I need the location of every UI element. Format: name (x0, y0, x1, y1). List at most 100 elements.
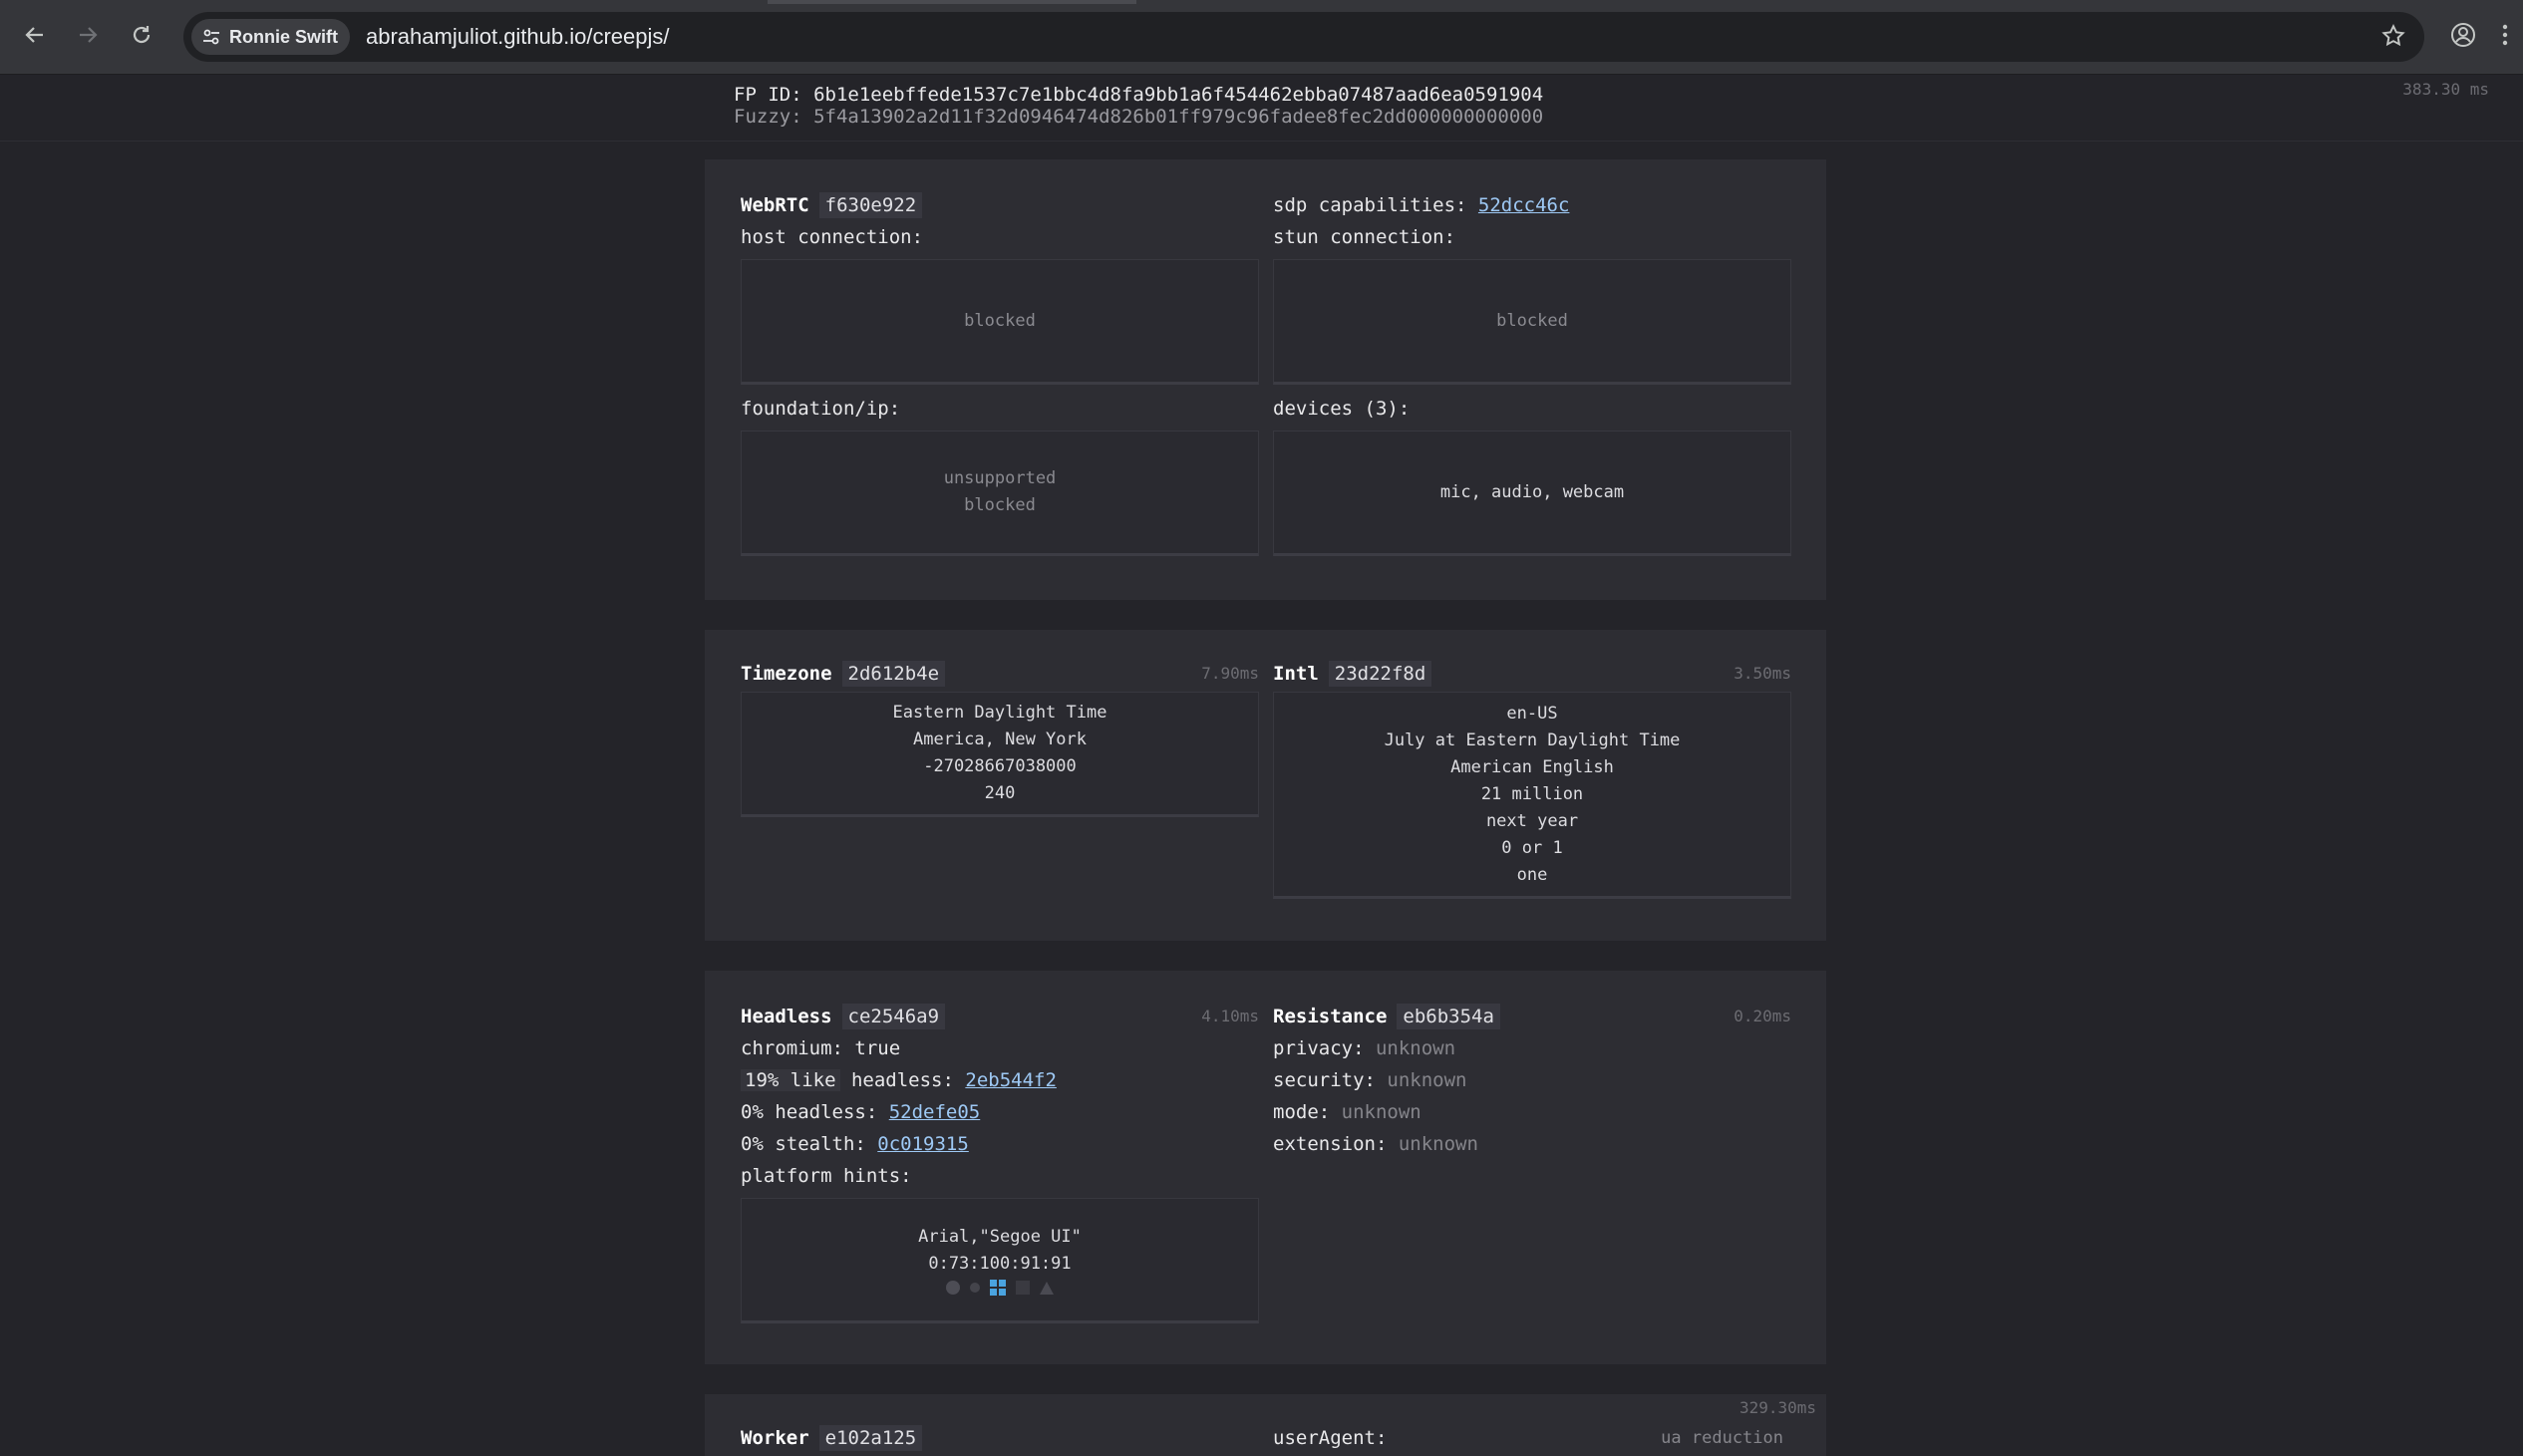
stun-connection-value: blocked (1496, 310, 1568, 331)
resistance-column: Resistance eb6b354a 0.20ms privacy: unknow… (1273, 1001, 1791, 1160)
profile-chip-label: Ronnie Swift (229, 26, 338, 47)
foundation-value-1: unsupported (943, 468, 1057, 488)
intl-list-format: 0 or 1 (1501, 837, 1563, 858)
mode-label: mode: (1273, 1101, 1331, 1123)
worker-time: 329.30ms (1738, 1398, 1816, 1417)
timezone-location: America, New York (913, 729, 1087, 749)
platform-code: 0:73:100:91:91 (928, 1254, 1072, 1274)
worker-title: Worker (741, 1427, 809, 1449)
platform-hints-box: Arial,"Segoe UI" 0:73:100:91:91 (741, 1198, 1259, 1323)
android-icon (1040, 1281, 1054, 1295)
chrome-os-icon (1016, 1281, 1030, 1295)
platform-icons (946, 1280, 1054, 1296)
headless-time: 4.10ms (1201, 1007, 1259, 1025)
bookmark-star-button[interactable] (2380, 23, 2406, 54)
resistance-hash: eb6b354a (1397, 1004, 1500, 1029)
forward-arrow-icon (80, 27, 98, 43)
forward-button[interactable] (70, 17, 106, 53)
reload-icon (133, 26, 151, 44)
stealth-percent-label: 0% stealth: (741, 1133, 866, 1155)
timezone-name: Eastern Daylight Time (892, 703, 1107, 723)
headless-hash: ce2546a9 (841, 1004, 946, 1029)
like-headless-hash-link[interactable]: 2eb544f2 (965, 1069, 1057, 1091)
address-bar[interactable]: Ronnie Swift abrahamjuliot.github.io/cre… (183, 12, 2424, 62)
sdp-hash-link[interactable]: 52dcc46c (1478, 194, 1570, 216)
security-value: unknown (1387, 1069, 1467, 1091)
like-headless-percent: 19% like (741, 1069, 840, 1091)
timezone-time: 7.90ms (1201, 664, 1259, 683)
useragent-label: userAgent: (1273, 1427, 1388, 1449)
site-info-chip[interactable]: Ronnie Swift (191, 19, 350, 55)
intl-locale: en-US (1506, 703, 1558, 724)
foundation-value-2: blocked (964, 495, 1036, 515)
worker-right-column: userAgent: ua reduction (1273, 1422, 1791, 1454)
fuzzy-line: Fuzzy: 5f4a13902a2d11f32d0946474d826b01f… (734, 106, 1543, 128)
intl-title: Intl (1273, 663, 1319, 685)
fuzzy-value: 5f4a13902a2d11f32d0946474d826b01ff979c96… (813, 106, 1544, 128)
intl-plural-rules: one (1516, 864, 1548, 885)
security-label: security: (1273, 1069, 1376, 1091)
host-connection-value: blocked (964, 310, 1036, 331)
timezone-offset-ms: -27028667038000 (923, 756, 1077, 776)
mode-value: unknown (1341, 1101, 1421, 1123)
webrtc-title: WebRTC (741, 194, 809, 216)
profile-button[interactable] (2445, 17, 2481, 53)
apple-icon (946, 1281, 960, 1295)
extension-value: unknown (1398, 1133, 1478, 1155)
stun-connection-box: blocked (1273, 259, 1791, 385)
stun-connection-label: stun connection: (1273, 226, 1456, 248)
platform-hints-label: platform hints: (741, 1165, 912, 1187)
stealth-hash-link[interactable]: 0c019315 (877, 1133, 969, 1155)
chromium-value: true (854, 1037, 901, 1059)
intl-date-format: July at Eastern Daylight Time (1384, 729, 1681, 750)
total-time: 383.30 ms (2402, 80, 2489, 99)
tab-strip-indicator (768, 0, 1136, 4)
worker-section: 329.30ms Worker e102a125 userAgent: ua red… (705, 1394, 1826, 1456)
more-vert-icon (2502, 24, 2508, 46)
ua-reduction-note: ua reduction (1661, 1428, 1783, 1448)
chromium-label: chromium: (741, 1037, 843, 1059)
headless-hash-link[interactable]: 52defe05 (889, 1101, 981, 1123)
timezone-column: Timezone 2d612b4e 7.90ms Eastern Daylight … (741, 658, 1259, 817)
privacy-value: unknown (1375, 1037, 1456, 1059)
webrtc-left-column: WebRTC f630e922 host connection: blocked … (741, 189, 1259, 556)
url-text[interactable]: abrahamjuliot.github.io/creepjs/ (366, 24, 670, 50)
tune-icon (203, 29, 219, 45)
menu-button[interactable] (2500, 17, 2523, 53)
worker-hash: e102a125 (818, 1425, 923, 1451)
intl-column: Intl 23d22f8d 3.50ms en-US July at Eastern… (1273, 658, 1791, 899)
timezone-title: Timezone (741, 663, 832, 685)
timezone-intl-section: Timezone 2d612b4e 7.90ms Eastern Daylight … (705, 630, 1826, 941)
fuzzy-label: Fuzzy: (734, 106, 802, 128)
intl-time: 3.50ms (1734, 664, 1791, 683)
foundation-box: unsupported blocked (741, 431, 1259, 556)
sdp-label: sdp capabilities: (1273, 194, 1467, 216)
intl-number-format: 21 million (1480, 783, 1584, 804)
linux-icon (970, 1283, 980, 1293)
headless-title: Headless (741, 1006, 832, 1027)
fp-id-line: FP ID: 6b1e1eebffede1537c7e1bbc4d8fa9bb1… (734, 84, 1543, 106)
back-button[interactable] (17, 17, 53, 53)
devices-value: mic, audio, webcam (1439, 481, 1625, 502)
reload-button[interactable] (124, 17, 159, 53)
host-connection-box: blocked (741, 259, 1259, 385)
headless-resistance-section: Headless ce2546a9 4.10ms chromium: true 19… (705, 971, 1826, 1364)
fp-id-label: FP ID: (734, 84, 802, 106)
headless-percent-label: 0% headless: (741, 1101, 878, 1123)
resistance-title: Resistance (1273, 1006, 1388, 1027)
back-arrow-icon (25, 27, 43, 43)
intl-box: en-US July at Eastern Daylight Time Amer… (1273, 692, 1791, 899)
timezone-hash: 2d612b4e (841, 661, 946, 687)
devices-box: mic, audio, webcam (1273, 431, 1791, 556)
foundation-label: foundation/ip: (741, 398, 901, 420)
webrtc-hash: f630e922 (818, 192, 923, 218)
headless-column: Headless ce2546a9 4.10ms chromium: true 19… (741, 1001, 1259, 1323)
star-icon (2381, 24, 2405, 47)
devices-label: devices (3): (1273, 398, 1411, 420)
intl-hash: 23d22f8d (1328, 661, 1432, 687)
resistance-time: 0.20ms (1734, 1007, 1791, 1025)
intl-relative-time: next year (1485, 810, 1579, 831)
intl-display-name: American English (1450, 756, 1614, 777)
platform-fonts: Arial,"Segoe UI" (918, 1227, 1082, 1247)
fingerprint-header: FP ID: 6b1e1eebffede1537c7e1bbc4d8fa9bb1… (0, 75, 2523, 142)
